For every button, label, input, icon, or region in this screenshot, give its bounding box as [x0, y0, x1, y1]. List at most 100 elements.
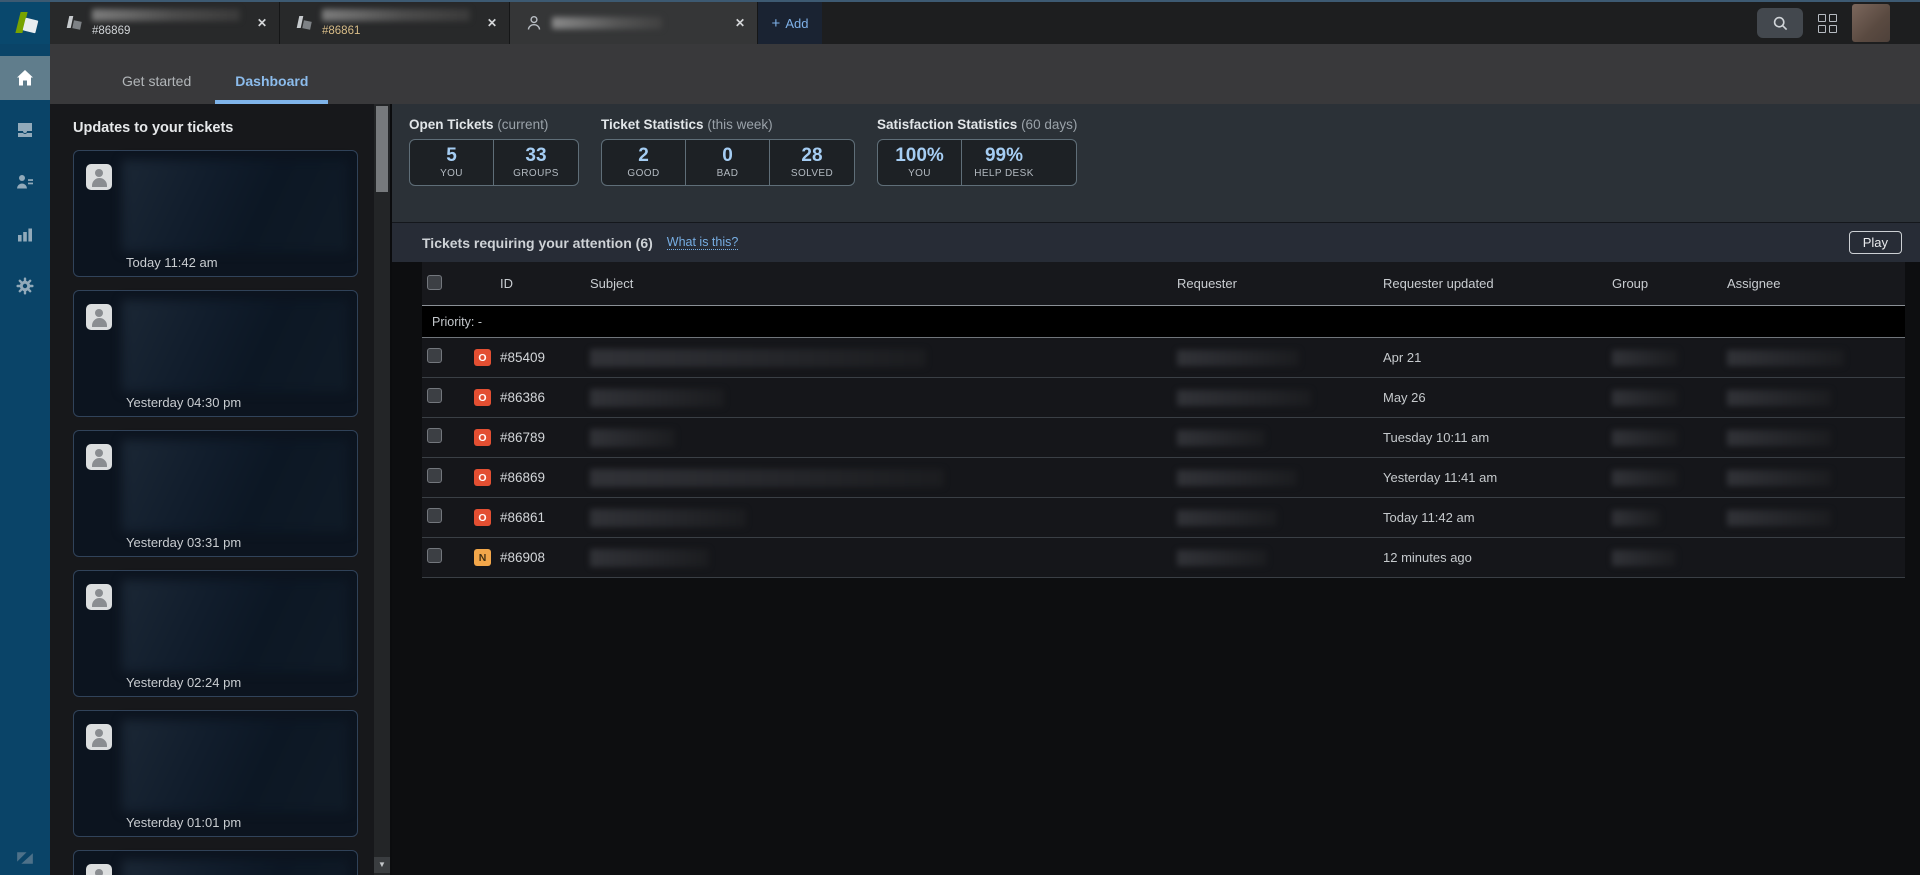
redacted-cell — [1612, 349, 1678, 366]
status-badge: O — [474, 349, 491, 366]
stat-title: Open Tickets — [409, 117, 494, 132]
scroll-down-arrow-icon[interactable]: ▼ — [374, 857, 390, 873]
table-row[interactable]: N #86908 12 minutes ago — [422, 538, 1905, 578]
status-badge: O — [474, 389, 491, 406]
redacted-cell — [1612, 509, 1660, 526]
sidebar-item-admin[interactable] — [0, 264, 50, 308]
col-header-requester[interactable]: Requester — [1177, 276, 1383, 291]
stat-cell-you[interactable]: 100% YOU — [878, 140, 962, 185]
tab-ticket-number: #86861 — [322, 25, 361, 37]
stat-cell-bad[interactable]: 0 BAD — [686, 140, 770, 185]
open-tickets-stat: Open Tickets (current) 5 YOU 33 GROUPS — [409, 117, 579, 222]
row-checkbox[interactable] — [427, 467, 442, 483]
redacted-cell — [1177, 469, 1297, 486]
tab-ticket-number: #86869 — [92, 25, 131, 37]
stats-strip: Open Tickets (current) 5 YOU 33 GROUPS T… — [392, 104, 1920, 222]
stat-label: YOU — [908, 168, 931, 179]
stat-cell-you[interactable]: 5 YOU — [410, 140, 494, 185]
plus-icon: + — [771, 14, 781, 32]
row-checkbox[interactable] — [427, 387, 442, 403]
col-header-id[interactable]: ID — [500, 276, 590, 291]
requester-updated: 12 minutes ago — [1383, 550, 1472, 565]
stat-cell-good[interactable]: 2 GOOD — [602, 140, 686, 185]
col-header-subject[interactable]: Subject — [590, 276, 1177, 291]
search-button[interactable] — [1757, 8, 1803, 38]
top-bar-spacer — [822, 2, 1757, 44]
requester-updated: May 26 — [1383, 390, 1426, 405]
user-profile-tab[interactable]: ✕ — [510, 2, 758, 44]
redacted-cell — [590, 468, 944, 487]
apps-grid-icon[interactable] — [1818, 13, 1837, 33]
status-badge: O — [474, 509, 491, 526]
top-bar: #86869 ✕ #86861 ✕ ✕ + Add — [0, 2, 1920, 44]
stat-heading: Ticket Statistics (this week) — [601, 117, 855, 132]
ticket-update-card[interactable]: Yesterday 04:30 pm — [73, 290, 358, 417]
ticket-update-card[interactable]: Yesterday 01:01 pm — [73, 710, 358, 837]
close-tab-icon[interactable]: ✕ — [487, 16, 497, 30]
select-all-checkbox[interactable] — [427, 274, 442, 290]
col-header-requester-updated[interactable]: Requester updated — [1383, 276, 1612, 291]
panel-scrollbar[interactable]: ▼ — [374, 104, 390, 875]
tab-dashboard[interactable]: Dashboard — [215, 73, 329, 104]
table-row[interactable]: O #86861 Today 11:42 am — [422, 498, 1905, 538]
update-timestamp: Yesterday 02:24 pm — [126, 675, 242, 690]
ticket-tab-86861[interactable]: #86861 ✕ — [280, 2, 510, 44]
redacted-cell — [590, 388, 724, 407]
stat-label: YOU — [440, 168, 463, 179]
stat-cell-solved[interactable]: 28 SOLVED — [770, 140, 854, 185]
redacted-cell — [1612, 469, 1678, 486]
zendesk-agent-workspace-logo[interactable] — [0, 2, 50, 44]
requester-updated: Tuesday 10:11 am — [1383, 430, 1490, 445]
ticket-update-card[interactable] — [73, 850, 358, 875]
row-checkbox[interactable] — [427, 547, 442, 563]
add-tab-button[interactable]: + Add — [758, 2, 822, 44]
stat-cell-help-desk[interactable]: 99% HELP DESK — [962, 140, 1046, 185]
redacted-update-content — [122, 720, 348, 812]
what-is-this-link[interactable]: What is this? — [666, 235, 739, 250]
ticket-tab-86869[interactable]: #86869 ✕ — [50, 2, 280, 44]
col-header-assignee[interactable]: Assignee — [1727, 276, 1905, 291]
scrollbar-thumb[interactable] — [376, 106, 388, 192]
sidebar-item-views[interactable] — [0, 108, 50, 152]
row-checkbox[interactable] — [427, 507, 442, 523]
table-row[interactable]: O #85409 Apr 21 — [422, 338, 1905, 378]
user-avatar[interactable] — [1852, 4, 1890, 42]
dashboard-main: Open Tickets (current) 5 YOU 33 GROUPS T… — [390, 104, 1920, 875]
close-tab-icon[interactable]: ✕ — [257, 16, 267, 30]
status-badge: O — [474, 429, 491, 446]
play-button[interactable]: Play — [1848, 231, 1902, 254]
redacted-tab-title — [322, 9, 470, 21]
redacted-update-content — [122, 300, 348, 392]
avatar — [86, 584, 112, 610]
ticket-id: #86861 — [500, 510, 546, 525]
status-badge: O — [474, 469, 491, 486]
ticket-update-card[interactable]: Today 11:42 am — [73, 150, 358, 277]
redacted-cell — [1727, 469, 1831, 486]
redacted-cell — [1177, 349, 1299, 366]
sidebar-item-customers[interactable] — [0, 160, 50, 204]
table-header-row: ID Subject Requester Requester updated G… — [422, 262, 1905, 306]
redacted-cell — [1177, 389, 1311, 406]
tab-get-started[interactable]: Get started — [102, 73, 211, 104]
redacted-tab-title — [92, 9, 240, 21]
stat-cell-groups[interactable]: 33 GROUPS — [494, 140, 578, 185]
stat-box: 2 GOOD 0 BAD 28 SOLVED — [601, 139, 855, 186]
table-row[interactable]: O #86869 Yesterday 11:41 am — [422, 458, 1905, 498]
close-tab-icon[interactable]: ✕ — [735, 16, 745, 30]
row-checkbox[interactable] — [427, 427, 442, 443]
stat-value: 5 — [446, 145, 457, 166]
status-badge: N — [474, 549, 491, 566]
sidebar-item-reporting[interactable] — [0, 212, 50, 256]
redacted-cell — [590, 548, 709, 567]
table-row[interactable]: O #86386 May 26 — [422, 378, 1905, 418]
ticket-update-card[interactable]: Yesterday 02:24 pm — [73, 570, 358, 697]
stat-subtitle: (this week) — [707, 117, 773, 132]
col-header-group[interactable]: Group — [1612, 276, 1727, 291]
table-row[interactable]: O #86789 Tuesday 10:11 am — [422, 418, 1905, 458]
redacted-update-content — [122, 440, 348, 532]
sidebar-item-home[interactable] — [0, 56, 50, 100]
home-icon — [17, 70, 33, 86]
row-checkbox[interactable] — [427, 347, 442, 363]
redacted-cell — [1177, 549, 1267, 566]
ticket-update-card[interactable]: Yesterday 03:31 pm — [73, 430, 358, 557]
